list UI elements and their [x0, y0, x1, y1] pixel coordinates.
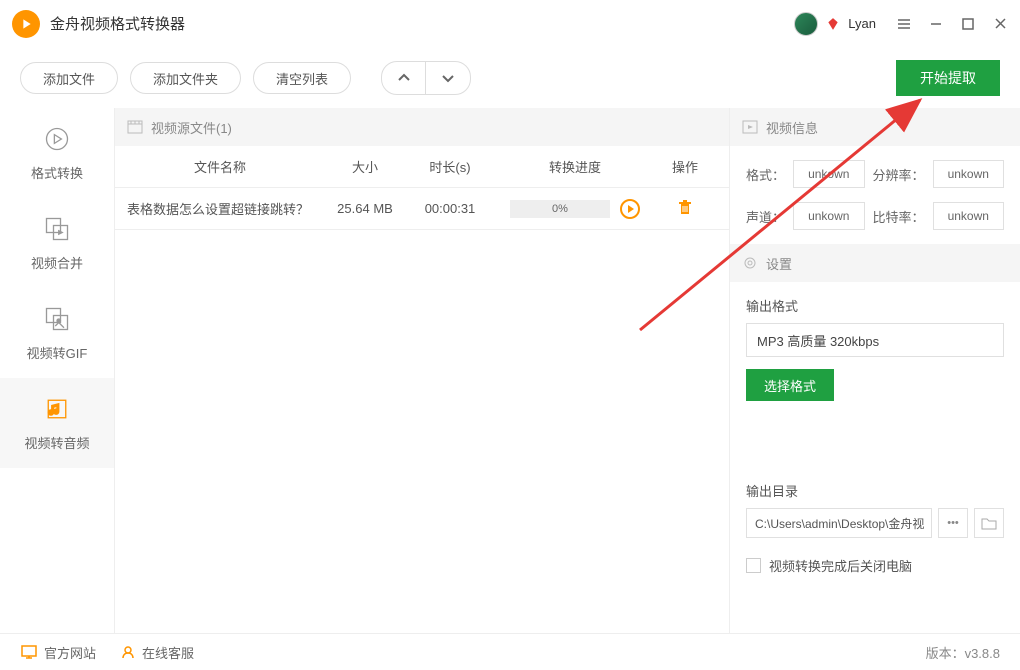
official-site-link[interactable]: 官方网站 [20, 643, 96, 662]
add-folder-button[interactable]: 添加文件夹 [130, 62, 241, 94]
content: 视频源文件(1) 文件名称 大小 时长(s) 转换进度 操作 表格数据怎么设置超… [115, 108, 1020, 633]
username: Lyan [848, 16, 876, 31]
video-info-title: 视频信息 [766, 118, 818, 137]
shutdown-label: 视频转换完成后关闭电脑 [769, 556, 912, 575]
clear-list-button[interactable]: 清空列表 [253, 62, 351, 94]
label-channels: 声道： [746, 207, 785, 226]
output-dir-label: 输出目录 [746, 481, 1004, 500]
avatar [794, 12, 818, 36]
main: 格式转换 视频合并 视频转GIF 视频转音频 视频源文件(1) 文件名称 大小 … [0, 108, 1020, 633]
shutdown-checkbox-row[interactable]: 视频转换完成后关闭电脑 [746, 556, 1004, 575]
sidebar-item-label: 视频转GIF [27, 343, 88, 362]
online-service-label: 在线客服 [142, 643, 194, 662]
value-format: unkown [793, 160, 864, 188]
sidebar-item-format-convert[interactable]: 格式转换 [0, 108, 114, 198]
close-icon[interactable] [992, 16, 1008, 32]
sidebar-item-video-merge[interactable]: 视频合并 [0, 198, 114, 288]
sidebar-item-video-gif[interactable]: 视频转GIF [0, 288, 114, 378]
official-site-label: 官方网站 [44, 643, 96, 662]
app-title: 金舟视频格式转换器 [50, 13, 794, 34]
add-file-button[interactable]: 添加文件 [20, 62, 118, 94]
file-pane-title: 视频源文件(1) [151, 118, 232, 137]
settings-body: 输出格式 MP3 高质量 320kbps 选择格式 输出目录 C:\Users\… [730, 282, 1020, 589]
user-area[interactable]: Lyan [794, 12, 876, 36]
cell-duration: 00:00:31 [405, 201, 495, 216]
folder-button[interactable] [974, 508, 1004, 538]
choose-format-button[interactable]: 选择格式 [746, 369, 834, 401]
progress-bar: 0% [510, 200, 610, 218]
nav-buttons [381, 61, 471, 95]
col-name-header: 文件名称 [115, 157, 325, 176]
footer: 官方网站 在线客服 版本：v3.8.8 [0, 633, 1020, 670]
file-pane: 视频源文件(1) 文件名称 大小 时长(s) 转换进度 操作 表格数据怎么设置超… [115, 108, 730, 633]
diamond-icon [826, 17, 840, 31]
start-extract-button[interactable]: 开始提取 [896, 60, 1000, 96]
sidebar: 格式转换 视频合并 视频转GIF 视频转音频 [0, 108, 115, 633]
cell-name: 表格数据怎么设置超链接跳转？ [115, 199, 325, 218]
value-resolution: unkown [933, 160, 1004, 188]
delete-button[interactable] [655, 198, 715, 219]
col-size-header: 大小 [325, 157, 405, 176]
cell-progress: 0% [495, 199, 655, 219]
table-head: 文件名称 大小 时长(s) 转换进度 操作 [115, 146, 729, 188]
sidebar-item-video-audio[interactable]: 视频转音频 [0, 378, 114, 468]
checkbox[interactable] [746, 558, 761, 573]
online-service-link[interactable]: 在线客服 [120, 643, 194, 662]
col-duration-header: 时长(s) [405, 157, 495, 176]
value-channels: unkown [793, 202, 864, 230]
info-icon [742, 120, 758, 134]
label-format: 格式： [746, 165, 785, 184]
table-row[interactable]: 表格数据怎么设置超链接跳转？ 25.64 MB 00:00:31 0% [115, 188, 729, 230]
play-icon[interactable] [620, 199, 640, 219]
sidebar-item-label: 视频转音频 [24, 433, 89, 452]
version: 版本：v3.8.8 [926, 643, 1000, 662]
menu-icon[interactable] [896, 16, 912, 32]
label-resolution: 分辨率： [873, 165, 925, 184]
settings-title: 设置 [766, 254, 792, 273]
more-button[interactable]: ••• [938, 508, 968, 538]
titlebar: 金舟视频格式转换器 Lyan [0, 0, 1020, 48]
output-format-label: 输出格式 [746, 296, 1004, 315]
info-pane: 视频信息 格式： unkown 分辨率： unkown 声道： unkown 比… [730, 108, 1020, 633]
value-bitrate: unkown [933, 202, 1004, 230]
info-grid: 格式： unkown 分辨率： unkown 声道： unkown 比特率： u… [730, 146, 1020, 244]
nav-up-button[interactable] [382, 62, 426, 94]
app-logo [12, 10, 40, 38]
file-pane-header: 视频源文件(1) [115, 108, 729, 146]
output-format-value[interactable]: MP3 高质量 320kbps [746, 323, 1004, 357]
cell-size: 25.64 MB [325, 201, 405, 216]
settings-header: 设置 [730, 244, 1020, 282]
gear-icon [742, 255, 758, 271]
sidebar-item-label: 视频合并 [31, 253, 83, 272]
output-dir-value[interactable]: C:\Users\admin\Desktop\金舟视 [746, 508, 932, 538]
toolbar: 添加文件 添加文件夹 清空列表 开始提取 [0, 48, 1020, 108]
film-icon [127, 120, 143, 134]
minimize-icon[interactable] [928, 16, 944, 32]
col-action-header: 操作 [655, 157, 715, 176]
maximize-icon[interactable] [960, 16, 976, 32]
nav-down-button[interactable] [426, 62, 470, 94]
video-info-header: 视频信息 [730, 108, 1020, 146]
col-progress-header: 转换进度 [495, 157, 655, 176]
sidebar-item-label: 格式转换 [31, 163, 83, 182]
label-bitrate: 比特率： [873, 207, 925, 226]
window-controls [896, 16, 1008, 32]
